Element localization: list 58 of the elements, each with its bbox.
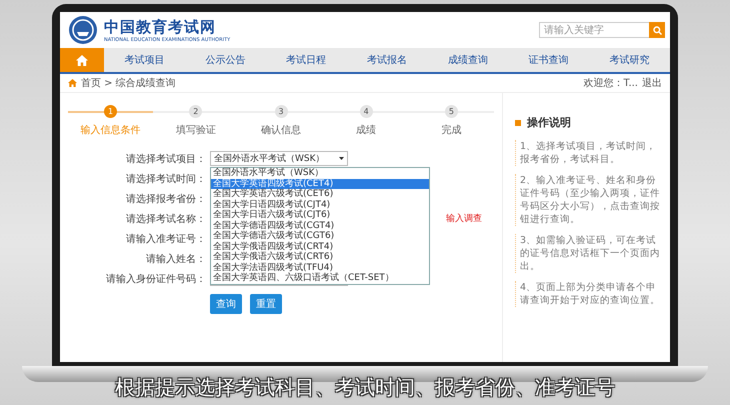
nav-link[interactable]: 公示公告: [205, 53, 246, 67]
help-text: 1、选择考试项目，考试时间，报考省份，考试科目。: [515, 140, 662, 166]
form-button[interactable]: 重置: [250, 294, 282, 314]
dropdown-option[interactable]: 全国大学英语六级考试(CET6): [211, 189, 429, 200]
dropdown-option[interactable]: 全国大学日语四级考试(CJT4): [211, 200, 429, 210]
dropdown-option[interactable]: 全国大学日语六级考试(CJT6): [211, 210, 429, 220]
step-marker: 2: [189, 105, 202, 118]
search-button[interactable]: [649, 22, 665, 38]
dropdown-option[interactable]: 全国大学德语六级考试(CGT6): [211, 231, 429, 242]
field-label: 请选择考试名称：: [125, 212, 206, 226]
step-marker: 1: [104, 105, 118, 118]
step-label: 成绩: [356, 124, 376, 137]
nav-link[interactable]: 成绩查询: [448, 53, 488, 67]
welcome-text: 欢迎您：T...: [584, 76, 638, 90]
step-label: 输入信息条件: [80, 124, 141, 137]
nav-link[interactable]: 考试研究: [609, 53, 650, 67]
dropdown-option[interactable]: 全国大学英语四级考试(CET4): [211, 178, 429, 189]
step-label: 填写验证: [176, 124, 216, 137]
field-label: 请选择考试时间：: [125, 172, 206, 186]
step-marker: 3: [274, 105, 288, 118]
step-label: 完成: [441, 124, 462, 137]
help-title: 操作说明: [527, 115, 571, 130]
select-field[interactable]: 全国外语水平考试（WSK）: [210, 151, 348, 166]
site-title: 中国教育考试网: [104, 18, 217, 36]
video-caption: 根据提示选择考试科目、考试时间、报考省份、准考证号: [113, 374, 616, 401]
help-text: 3、如需输入验证码，可在考试的证号信息对话框下一个页面内出。: [515, 234, 662, 273]
search-icon: [652, 26, 662, 34]
field-label: 请输入准考证号：: [125, 232, 206, 246]
breadcrumb: 首页 > 综合成绩查询: [81, 76, 176, 90]
nav-link[interactable]: 考试日程: [286, 53, 326, 67]
home-button[interactable]: [60, 48, 104, 72]
field-label: 请选择考试项目：: [125, 152, 206, 166]
home-icon: [68, 79, 77, 87]
dropdown-option[interactable]: 全国大学英语四、六级口语考试（CET-SET）: [211, 273, 429, 284]
bullet-icon: [515, 120, 521, 126]
emblem-icon: [68, 15, 98, 45]
search-field[interactable]: 请输入关键字: [539, 22, 649, 38]
dropdown-option[interactable]: 全国大学俄语六级考试(CRT6): [211, 252, 429, 262]
dropdown-option[interactable]: 全国大学德语四级考试(CGT4): [211, 220, 429, 231]
caret-icon: [339, 157, 344, 160]
logout-link[interactable]: 退出: [642, 76, 662, 90]
step-marker: 4: [360, 105, 373, 118]
dropdown-option[interactable]: 全国大学俄语四级考试(CRT4): [211, 242, 429, 252]
help-text: 4、页面上部为分类申请各个申请查询开始于对应的查询位置。: [515, 281, 662, 307]
help-text: 2、输入准考证号、姓名和身份证件号码（至少输入两项，证件号码区分大小写），点击查询按钮进行查询。: [515, 174, 662, 226]
form-button[interactable]: 查询: [210, 294, 242, 314]
home-icon: [76, 54, 88, 66]
nav-link[interactable]: 考试项目: [124, 53, 164, 67]
step-label: 确认信息: [261, 124, 301, 137]
step-marker: 5: [444, 105, 458, 118]
field-label: 请输入姓名：: [145, 252, 206, 266]
field-label: 请输入身份证件号码：: [105, 272, 206, 286]
dropdown-option[interactable]: 全国大学法语四级考试(TFU4): [211, 262, 429, 273]
dropdown-option[interactable]: 全国外语水平考试（WSK）: [211, 168, 429, 178]
nav-link[interactable]: 证书查询: [528, 53, 569, 67]
nav-link[interactable]: 考试报名: [366, 53, 407, 67]
error-text: 输入调查: [446, 212, 482, 225]
field-label: 请选择报考省份：: [125, 192, 206, 206]
